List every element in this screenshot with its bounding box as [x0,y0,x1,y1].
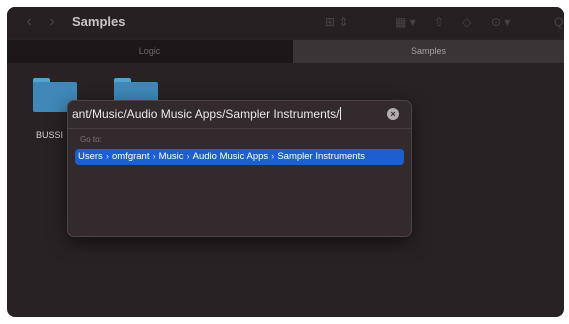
goto-label: Go to: [80,135,102,144]
more-actions-icon[interactable]: ⊙ ▾ [491,15,510,29]
breadcrumb-separator: › [152,151,156,162]
tab-bar: Logic Samples [7,40,564,63]
chevron-left-icon[interactable]: ‹ [22,13,36,31]
chevron-right-icon[interactable]: › [45,13,59,31]
path-input-text[interactable]: ant/Music/Audio Music Apps/Sampler Instr… [72,106,382,123]
breadcrumb-separator: › [105,151,109,162]
breadcrumb-item: Users [78,151,103,162]
path-value: ant/Music/Audio Music Apps/Sampler Instr… [72,107,340,121]
breadcrumb: Users › omfgrant › Music › Audio Music Apps › Sa… [78,149,365,165]
folder-label[interactable]: BUSSI [36,130,63,141]
path-input[interactable]: ant/Music/Audio Music Apps/Sampler Instr… [68,101,411,129]
breadcrumb-separator: › [271,151,275,162]
breadcrumb-item: Sampler Instruments [277,151,365,162]
breadcrumb-separator: › [186,151,190,162]
go-to-folder-dialog: ant/Music/Audio Music Apps/Sampler Instr… [67,100,412,237]
tab-logic[interactable]: Logic [7,40,292,63]
breadcrumb-item: Audio Music Apps [192,151,269,162]
breadcrumb-item: omfgrant [111,151,150,162]
tab-samples[interactable]: Samples [293,40,564,63]
text-caret [340,107,342,120]
group-icon[interactable]: ▦ ▾ [395,15,416,29]
close-circle-icon[interactable]: × [387,108,399,120]
toolbar: ‹ › Samples ⊞ ⇕ ▦ ▾ ⇧ ◇ ⊙ ▾ Q [7,7,564,38]
breadcrumb-item: Music [158,151,184,162]
window-title: Samples [72,14,126,29]
path-suggestion[interactable]: Users › omfgrant › Music › Audio Music Apps › Sa… [75,149,404,165]
view-grid-icon[interactable]: ⊞ ⇕ [325,15,348,29]
share-icon[interactable]: ⇧ [434,15,444,29]
search-icon[interactable]: Q [554,15,563,29]
tag-icon[interactable]: ◇ [462,15,471,29]
